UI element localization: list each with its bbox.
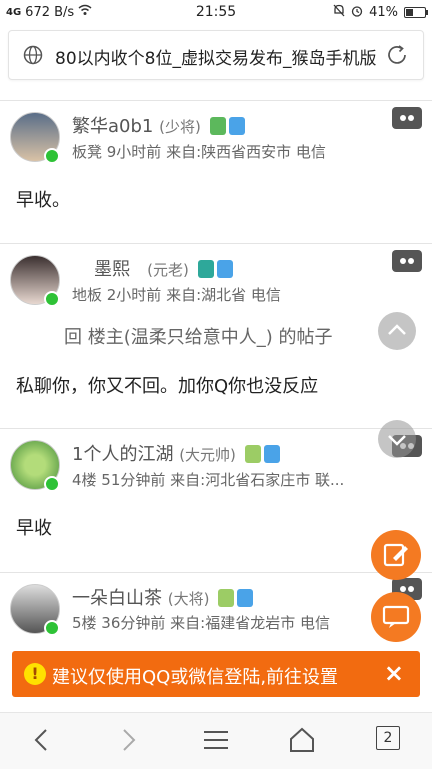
reply-button[interactable] — [371, 592, 421, 642]
status-right: 41% — [333, 4, 428, 21]
warning-icon: ! — [24, 663, 46, 685]
back-arrow-icon — [34, 729, 47, 751]
qq-badge-icon — [228, 117, 245, 135]
reply-chat-icon[interactable] — [392, 107, 422, 129]
online-indicator — [44, 291, 60, 307]
forward-button[interactable] — [116, 727, 140, 757]
qq-badge-icon — [263, 445, 280, 463]
user-rank: (大元帅) — [179, 446, 236, 464]
edit-icon — [383, 543, 408, 567]
scroll-up-button[interactable] — [378, 312, 416, 350]
toast-message[interactable]: 建议仅使用QQ或微信登陆,前往设置 — [52, 663, 338, 689]
level-badge-icon — [209, 117, 226, 135]
qq-badge-icon — [237, 589, 254, 607]
comment-icon — [382, 605, 410, 628]
username[interactable]: 1个人的江湖 (大元帅) — [72, 440, 280, 466]
status-bar: 4G 672 B/s 21:55 41% — [0, 0, 432, 24]
battery-icon — [404, 7, 428, 18]
username[interactable]: 一朵白山茶 (大将) — [72, 584, 254, 610]
divider — [0, 243, 432, 244]
post-meta: 地板 2小时前 来自:湖北省 电信 — [72, 286, 281, 304]
post-meta: 板凳 9小时前 来自:陕西省西安市 电信 — [72, 143, 326, 161]
scroll-down-button[interactable] — [378, 420, 416, 458]
compose-post-button[interactable] — [371, 530, 421, 580]
chevron-down-icon — [388, 435, 406, 446]
login-suggestion-toast[interactable]: ! 建议仅使用QQ或微信登陆,前往设置 × — [12, 651, 420, 697]
quoted-reply: 回 楼主(温柔只给意中人_) 的帖子 — [64, 327, 333, 348]
qq-badge-icon — [216, 260, 233, 278]
alarm-icon — [351, 5, 363, 21]
user-rank: (大将) — [167, 590, 210, 608]
menu-button[interactable] — [202, 727, 230, 757]
page-title: 80以内收个8位_虚拟交易发布_猴岛手机版 — [55, 49, 377, 69]
post-meta: 5楼 36分钟前 来自:福建省龙岩市 电信 — [72, 614, 330, 632]
username[interactable]: 墨熙 (元老) — [94, 255, 233, 281]
level-badge-icon — [218, 589, 235, 607]
online-indicator — [44, 476, 60, 492]
divider — [0, 572, 432, 573]
user-rank: (元老) — [147, 261, 189, 279]
home-icon — [290, 727, 314, 752]
address-bar[interactable]: 80以内收个8位_虚拟交易发布_猴岛手机版 — [8, 30, 424, 80]
forward-arrow-icon — [123, 729, 136, 751]
username[interactable]: 繁华a0b1 (少将) — [72, 112, 245, 138]
chevron-up-icon — [388, 324, 406, 335]
level-badge-icon — [197, 260, 214, 278]
globe-icon — [23, 45, 43, 69]
post-content: 早收 — [16, 518, 52, 539]
post-meta: 4楼 51分钟前 来自:河北省石家庄市 联... — [72, 471, 345, 489]
back-button[interactable] — [30, 727, 54, 757]
menu-icon — [204, 731, 228, 749]
user-rank: (少将) — [159, 118, 201, 136]
home-button[interactable] — [288, 727, 316, 757]
online-indicator — [44, 148, 60, 164]
divider — [0, 100, 432, 101]
post-content: 私聊你，你又不回。加你Q你也没反应 — [16, 376, 319, 397]
mute-bell-icon — [333, 4, 345, 21]
reload-icon[interactable] — [385, 43, 409, 71]
tab-count: 2 — [376, 726, 400, 750]
close-icon[interactable]: × — [384, 659, 404, 687]
tabs-button[interactable]: 2 — [376, 726, 400, 750]
post-content: 早收。 — [16, 190, 70, 211]
divider — [0, 428, 432, 429]
browser-navbar: 2 — [0, 712, 432, 769]
reply-chat-icon[interactable] — [392, 250, 422, 272]
battery-percent: 41% — [369, 5, 398, 20]
level-badge-icon — [244, 445, 261, 463]
online-indicator — [44, 620, 60, 636]
